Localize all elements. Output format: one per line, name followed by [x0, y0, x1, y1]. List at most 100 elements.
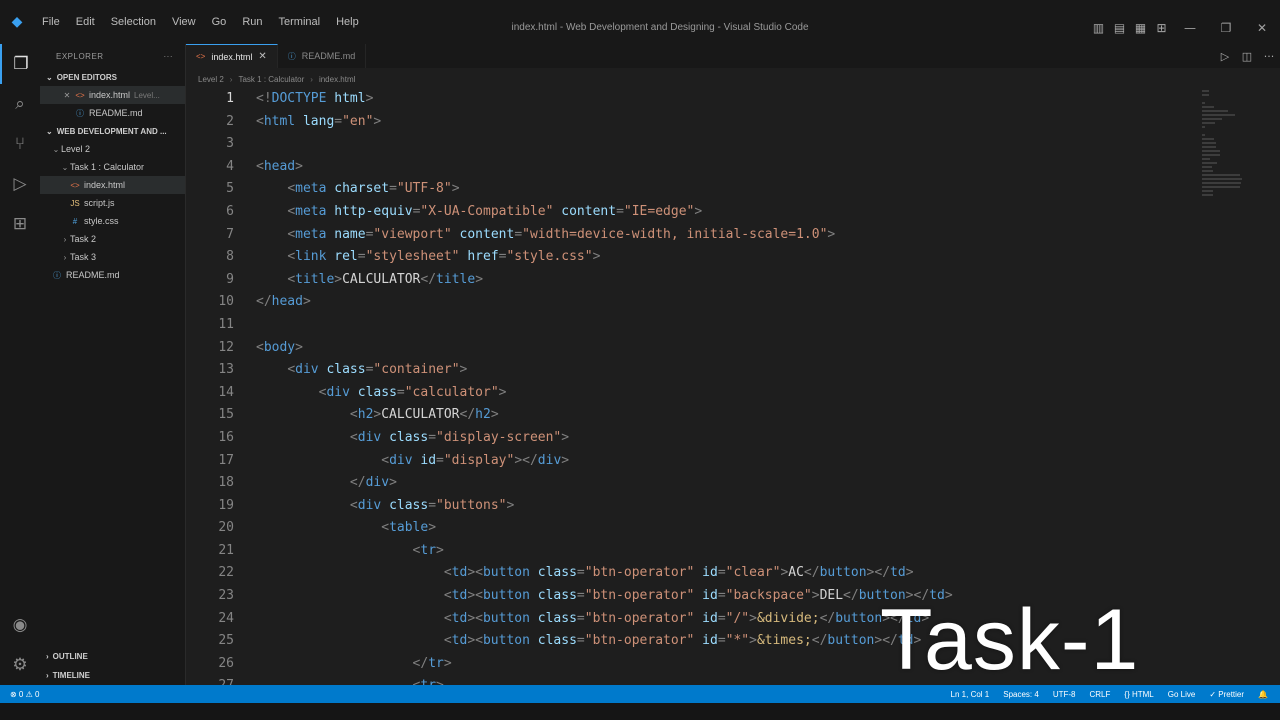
code-token: html [334, 91, 366, 106]
js-file-icon: JS [70, 198, 80, 208]
extensions-icon[interactable]: ⊞ [0, 204, 40, 244]
code-token: < [287, 203, 296, 219]
code-token: content [459, 226, 515, 242]
close-tab-icon[interactable]: ✕ [258, 51, 266, 62]
run-icon[interactable]: ▷ [1214, 50, 1236, 63]
status-item[interactable]: Spaces: 4 [1003, 690, 1039, 699]
menu-item-run[interactable]: Run [234, 0, 270, 44]
folder-item[interactable]: › Task 3 [40, 248, 185, 266]
timeline-section[interactable]: › TIMELINE [40, 666, 186, 685]
timeline-label: TIMELINE [52, 671, 91, 680]
menu-item-view[interactable]: View [164, 0, 204, 44]
workspace-section[interactable]: ⌄ WEB DEVELOPMENT AND ... [40, 122, 185, 140]
code-token: id [702, 565, 718, 581]
menu-item-terminal[interactable]: Terminal [271, 0, 329, 44]
code-token: < [287, 362, 296, 378]
code-token: = [576, 610, 585, 626]
code-token: meta [295, 181, 327, 197]
folder-item[interactable]: ⌄ Task 1 : Calculator [40, 158, 185, 176]
run-debug-icon[interactable]: ▷ [0, 164, 40, 204]
status-item[interactable]: ✓ Prettier [1209, 690, 1244, 699]
code-token: > [561, 452, 570, 468]
code-line: 22 <td><button class="btn-operator" id="… [186, 562, 1196, 585]
code-token: < [256, 158, 264, 174]
line-number: 12 [218, 339, 234, 355]
search-icon[interactable]: ⌕ [0, 84, 40, 124]
problems-status[interactable]: ⊗ 0 ⚠ 0 [10, 690, 39, 699]
minimap[interactable] [1202, 90, 1250, 196]
explorer-icon[interactable]: ❐ [0, 44, 40, 84]
status-item[interactable]: UTF-8 [1053, 690, 1076, 699]
code-token: button [482, 588, 530, 604]
breadcrumb-item[interactable]: index.html [319, 75, 355, 84]
code-line: 12 <body> [186, 337, 1196, 360]
code-token: </ [420, 271, 437, 287]
open-editor-item[interactable]: ✕ <> index.html Level... [40, 86, 185, 104]
code-token: > [428, 520, 437, 536]
code-token: class [537, 610, 577, 626]
status-item[interactable]: CRLF [1090, 690, 1111, 699]
minimap-line [1202, 122, 1216, 124]
code-token: h2 [475, 407, 491, 423]
breadcrumb-item[interactable]: Level 2 [198, 75, 224, 84]
line-number: 13 [218, 362, 234, 378]
code-text: <td><button class="btn-operator" id="/">… [234, 608, 929, 631]
more-actions-icon[interactable]: ··· [164, 52, 174, 61]
open-editor-item[interactable]: ⓘ README.md [40, 104, 185, 122]
code-token: link [295, 249, 327, 265]
line-number: 16 [218, 429, 234, 445]
code-text: <tr> [234, 540, 444, 563]
tab-readme-md[interactable]: ⓘ README.md [278, 44, 367, 68]
outline-section[interactable]: › OUTLINE [40, 647, 186, 666]
file-item[interactable]: # style.css [40, 212, 185, 230]
notifications-bell-icon[interactable]: 🔔 [1258, 690, 1268, 699]
code-token: > [295, 339, 303, 355]
window-bottom-edge [0, 703, 1280, 720]
code-token: = [616, 203, 624, 219]
code-token: >< [467, 565, 483, 581]
status-item[interactable]: Ln 1, Col 1 [951, 690, 990, 699]
minimap-line [1202, 110, 1228, 112]
open-editors-section[interactable]: ⌄ OPEN EDITORS [40, 68, 185, 86]
menu-item-go[interactable]: Go [204, 0, 235, 44]
code-token: "backspace" [725, 588, 812, 604]
code-token: meta [295, 203, 327, 219]
menu-item-help[interactable]: Help [328, 0, 367, 44]
accounts-icon[interactable]: ◉ [0, 605, 40, 645]
code-token: </ [803, 565, 820, 581]
menu-item-file[interactable]: File [34, 0, 68, 44]
folder-item[interactable]: ⌄ Level 2 [40, 140, 185, 158]
split-editor-icon[interactable]: ◫ [1236, 50, 1258, 63]
breadcrumb-item[interactable]: Task 1 : Calculator [238, 75, 304, 84]
status-item[interactable]: {} HTML [1124, 690, 1153, 699]
code-token: class [537, 565, 577, 581]
code-text: <td><button class="btn-operator" id="*">… [234, 630, 922, 653]
file-item[interactable]: ⓘ README.md [40, 266, 185, 284]
code-token: lang [302, 113, 335, 129]
code-token: &divide; [756, 610, 820, 626]
code-text: <body> [234, 337, 303, 360]
code-text: <h2>CALCULATOR</h2> [234, 404, 499, 427]
menu-item-selection[interactable]: Selection [103, 0, 164, 44]
menu-item-edit[interactable]: Edit [68, 0, 103, 44]
file-item[interactable]: JS script.js [40, 194, 185, 212]
code-token: ></ [514, 452, 538, 468]
minimap-line [1202, 170, 1213, 172]
more-actions-icon[interactable]: ··· [1258, 50, 1280, 63]
minimap-line [1202, 146, 1216, 148]
status-item[interactable]: Go Live [1168, 690, 1196, 699]
source-control-icon[interactable]: ⑂ [0, 124, 40, 164]
close-icon[interactable]: ✕ [60, 91, 74, 100]
folder-item[interactable]: › Task 2 [40, 230, 185, 248]
manage-gear-icon[interactable]: ⚙ [0, 645, 40, 685]
line-number: 17 [218, 452, 234, 468]
code-token: "btn-operator" [584, 565, 695, 581]
code-line: 9 <title>CALCULATOR</title> [186, 269, 1196, 292]
file-item[interactable]: <> index.html [40, 176, 185, 194]
tab-index-html[interactable]: <> index.html ✕ [186, 44, 278, 68]
